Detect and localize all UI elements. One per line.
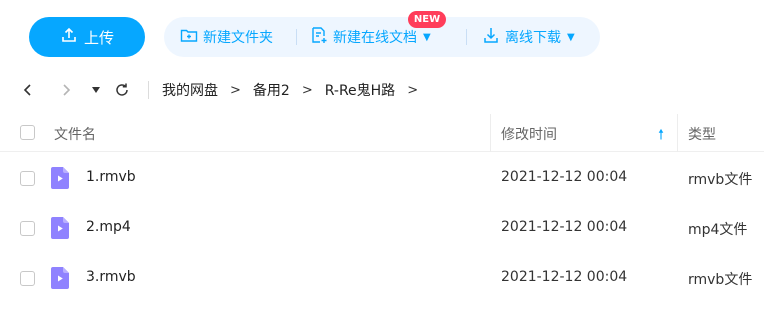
- tool-group: 新建文件夹 新建在线文档 ▼ 离线下载 ▼: [164, 17, 600, 57]
- new-folder-button[interactable]: 新建文件夹: [180, 17, 273, 57]
- row-checkbox[interactable]: [20, 221, 35, 236]
- column-header-modified[interactable]: 修改时间: [501, 124, 557, 144]
- chevron-right-icon: >: [230, 82, 241, 98]
- table-row[interactable]: 3.rmvb 2021-12-12 00:04 rmvb文件: [0, 254, 764, 304]
- back-icon[interactable]: [18, 80, 38, 100]
- file-modified: 2021-12-12 00:04: [501, 219, 628, 235]
- toolbar-divider: [296, 29, 297, 45]
- new-badge: NEW: [408, 11, 446, 28]
- row-checkbox[interactable]: [20, 271, 35, 286]
- column-divider[interactable]: [490, 114, 491, 152]
- table-header: 文件名 修改时间 🠕 类型: [0, 114, 764, 152]
- offline-download-label: 离线下载: [505, 30, 561, 46]
- breadcrumb: 我的网盘 > 备用2 > R-Re鬼H路 >: [162, 80, 430, 100]
- file-modified: 2021-12-12 00:04: [501, 169, 628, 185]
- chevron-down-icon: ▼: [567, 31, 575, 43]
- breadcrumb-item[interactable]: 我的网盘: [162, 80, 218, 100]
- column-header-type[interactable]: 类型: [688, 124, 716, 144]
- file-modified: 2021-12-12 00:04: [501, 269, 628, 285]
- column-divider[interactable]: [677, 114, 678, 152]
- chevron-right-icon[interactable]: >: [407, 83, 418, 98]
- file-type: mp4文件: [688, 222, 748, 238]
- upload-button[interactable]: 上传: [29, 17, 145, 57]
- nav-divider: [148, 81, 149, 99]
- upload-label: 上传: [83, 28, 114, 47]
- file-type: rmvb文件: [688, 272, 753, 288]
- toolbar: 上传 新建文件夹 新建在线文档 ▼ 离线下载 ▼ NEW: [0, 0, 764, 72]
- new-doc-icon: [310, 26, 328, 48]
- video-file-icon: [51, 267, 69, 289]
- column-header-name[interactable]: 文件名: [54, 124, 96, 144]
- select-all-checkbox[interactable]: [20, 125, 35, 140]
- refresh-icon[interactable]: [112, 80, 132, 100]
- sort-ascending-icon[interactable]: 🠕: [658, 124, 664, 148]
- file-name[interactable]: 1.rmvb: [86, 169, 136, 185]
- new-folder-icon: [180, 27, 198, 47]
- table-row[interactable]: 1.rmvb 2021-12-12 00:04 rmvb文件: [0, 154, 764, 204]
- forward-icon[interactable]: [56, 80, 76, 100]
- file-name[interactable]: 3.rmvb: [86, 269, 136, 285]
- video-file-icon: [51, 167, 69, 189]
- history-dropdown-icon[interactable]: [86, 80, 106, 100]
- download-icon: [482, 26, 500, 48]
- toolbar-divider: [466, 29, 467, 45]
- file-type: rmvb文件: [688, 172, 753, 188]
- offline-download-button[interactable]: 离线下载 ▼: [482, 17, 575, 57]
- upload-icon: [60, 26, 78, 48]
- file-name[interactable]: 2.mp4: [86, 219, 131, 235]
- chevron-down-icon: ▼: [423, 31, 431, 43]
- table-row[interactable]: 2.mp4 2021-12-12 00:04 mp4文件: [0, 204, 764, 254]
- chevron-right-icon: >: [301, 82, 313, 98]
- navbar: 我的网盘 > 备用2 > R-Re鬼H路 >: [0, 72, 764, 108]
- breadcrumb-item[interactable]: R-Re鬼H路: [325, 80, 395, 100]
- new-online-doc-label: 新建在线文档: [333, 30, 417, 46]
- row-checkbox[interactable]: [20, 171, 35, 186]
- breadcrumb-item[interactable]: 备用2: [253, 80, 290, 100]
- video-file-icon: [51, 217, 69, 239]
- new-folder-label: 新建文件夹: [203, 30, 273, 46]
